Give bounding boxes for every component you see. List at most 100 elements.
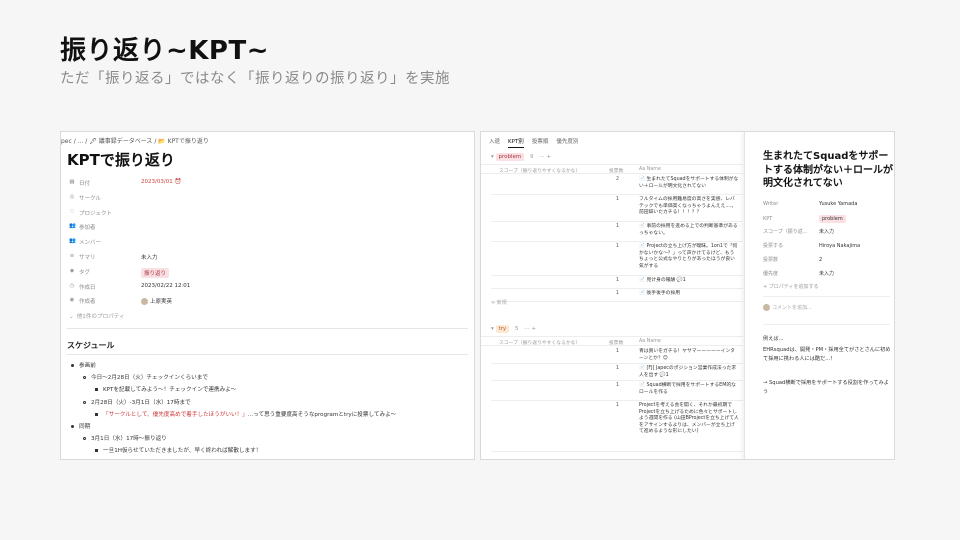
property-key: 投票する bbox=[763, 243, 784, 250]
property-row[interactable]: 👥 参加者 bbox=[67, 220, 367, 235]
calendar-icon: ▦ bbox=[69, 179, 75, 185]
panel-property[interactable]: KPT problem bbox=[763, 214, 846, 223]
table-row[interactable]: 1 📄 後手後手の採用 bbox=[491, 289, 753, 302]
property-value: 未入力 bbox=[141, 253, 158, 261]
property-key: サークル bbox=[79, 195, 101, 202]
schedule-text: 3月1日（水）17時〜振り返り bbox=[91, 436, 167, 443]
vote-count: 2 bbox=[616, 177, 620, 182]
highlight-text: 「サークルとして、優先度高めで着手したほうがいい！」 bbox=[103, 411, 248, 418]
table-row[interactable]: 1 📄 Squad横断で採用をサポートするEM的なロールを作る bbox=[491, 381, 753, 401]
add-property-button[interactable]: + プロパティを追加する bbox=[763, 283, 818, 290]
property-key: 作成日 bbox=[79, 284, 96, 291]
schedule-heading: スケジュール bbox=[67, 341, 115, 350]
property-row[interactable]: ◷ 作成日 2023/02/22 12:01 bbox=[67, 280, 367, 295]
slide-title: 振り返り~KPT~ bbox=[60, 36, 270, 66]
tag-badge: 振り返り bbox=[141, 267, 170, 278]
hidden-properties-toggle[interactable]: ⌄ 他1件のプロパティ bbox=[69, 312, 125, 320]
vote-count: 1 bbox=[616, 349, 620, 354]
row-title[interactable]: 青は買いをガチる！ヤサマーーーーーインターンとか？😊 bbox=[639, 349, 739, 362]
panel-property[interactable]: Writer Yusuke Yamada bbox=[763, 201, 857, 207]
panel-property[interactable]: 投票する Hiroya Nakajima bbox=[763, 242, 860, 249]
vote-count: 1 bbox=[616, 366, 620, 371]
divider bbox=[67, 354, 468, 355]
clock-icon: ◷ bbox=[69, 282, 75, 289]
property-row[interactable]: ▦ 日付 2023/03/01 ⏰ bbox=[67, 176, 367, 191]
row-title[interactable]: 📄 見计身の報酬 💬1 bbox=[639, 278, 739, 285]
tab-3[interactable]: 優先度別 bbox=[556, 139, 578, 145]
panel-property[interactable]: 投票数 2 bbox=[763, 256, 822, 263]
row-title[interactable]: 📄 Projectの立ち上げ方が曖昧。1on1で「何かないかな〜？」って声かけて… bbox=[639, 244, 739, 270]
add-row-button[interactable]: + 新規 bbox=[491, 299, 507, 306]
property-row[interactable]: ◎ サークル bbox=[67, 191, 367, 206]
heart-icon: ♡ bbox=[69, 208, 75, 215]
comment-input[interactable]: コメントを追加... bbox=[763, 304, 812, 311]
property-row[interactable]: ◉ 作成者 上原実英 bbox=[67, 294, 367, 309]
divider bbox=[763, 296, 890, 297]
property-value: 未入力 bbox=[819, 270, 835, 277]
property-row[interactable]: 👥 メンバー bbox=[67, 235, 367, 250]
panel-property[interactable]: スコープ（振り返... 未入力 bbox=[763, 228, 834, 235]
group-problem-header[interactable]: ▾ problem 9 ⋯ + bbox=[491, 153, 551, 161]
property-key: 日付 bbox=[79, 181, 91, 187]
property-row[interactable]: ◆ タグ 振り返り bbox=[67, 265, 367, 280]
breadcrumb[interactable]: pec / ... / 🖋 議事録データベース / 📂 KPTで振り返り bbox=[61, 136, 209, 145]
property-value-text: 2023/03/01 ⏰ bbox=[141, 179, 182, 185]
table-row[interactable]: 1 📄 Projectの立ち上げ方が曖昧。1on1で「何かないかな〜？」って声かけ… bbox=[491, 242, 753, 276]
table-row[interactable]: 1 青は買いをガチる！ヤサマーーーーーインターンとか？😊 bbox=[491, 347, 753, 364]
lines-icon: ≡ bbox=[69, 252, 75, 259]
people-icon: 👥 bbox=[69, 223, 76, 230]
property-value: Yusuke Yamada bbox=[819, 201, 858, 207]
property-value: 2 bbox=[819, 256, 823, 263]
tab-0[interactable]: 入退 bbox=[489, 139, 500, 145]
vote-count: 1 bbox=[616, 224, 620, 229]
panel-property[interactable]: 優先度 未入力 bbox=[763, 270, 834, 277]
column-header: スコープ（振り返りやすくなるかな） 投票数 Aa Name bbox=[481, 336, 743, 346]
row-title[interactable]: 📄 [FJ] Japecのポジション営業作成法った求人を出す 💬1 bbox=[639, 366, 739, 379]
schedule-text: 2月28日（火）-3月1日（水）17時まで bbox=[91, 399, 191, 406]
table-row[interactable]: 1 📄 見计身の報酬 💬1 bbox=[491, 276, 753, 289]
group-try-header[interactable]: ▾ try 5 ⋯ + bbox=[491, 325, 536, 333]
row-title[interactable]: Projectを考える会を開く、それか最初期でProjectを立ち上げるために色… bbox=[639, 403, 739, 436]
bullet-icon bbox=[83, 437, 86, 441]
schedule-item: KPTを記載してみよう〜！チェックインで連携みよ〜 bbox=[95, 385, 236, 393]
property-key: 投票数 bbox=[763, 256, 779, 263]
row-title[interactable]: フルタイムの採用難易度の高さを実感、レバテックでも単価高くなっちゃうよんええ..… bbox=[639, 197, 739, 217]
slide-subtitle: ただ「振り返る」ではなく「振り返りの振り返り」を実施 bbox=[60, 71, 450, 87]
group-tag: problem bbox=[495, 153, 525, 161]
avatar bbox=[141, 298, 148, 306]
column-header: スコープ（振り返りやすくなるかな） 投票数 Aa Name bbox=[481, 164, 743, 174]
table-row[interactable]: 1 📄 [FJ] Japecのポジション営業作成法った求人を出す 💬1 bbox=[491, 364, 753, 381]
bullet-icon bbox=[95, 412, 98, 416]
schedule-item: 同期 bbox=[71, 422, 90, 430]
schedule-text: 参画前 bbox=[79, 363, 96, 369]
row-title[interactable]: 📄 後手後手の採用 bbox=[639, 291, 739, 298]
row-title[interactable]: 📄 生まれたてSquadをサポートする体制がない＋ロールが明文化されてない bbox=[639, 177, 739, 190]
row-title[interactable]: 📄 事前の採用を進める上での判断基準があるっちゃない。 bbox=[639, 224, 739, 237]
property-value: Hiroya Nakajima bbox=[819, 243, 861, 250]
bullet-icon bbox=[95, 388, 98, 392]
tag-icon: ◆ bbox=[69, 267, 75, 274]
table-row[interactable]: 1 Projectを考える会を開く、それか最初期でProjectを立ち上げるために… bbox=[491, 401, 753, 452]
table-row[interactable]: 1 フルタイムの採用難易度の高さを実感、レバテックでも単価高くなっちゃうよんええ.… bbox=[491, 195, 753, 222]
schedule-text: 一旦1H仮らせていただきましたが、早く終われば解散します！ bbox=[103, 448, 262, 455]
property-row[interactable]: ♡ プロジェクト bbox=[67, 206, 367, 221]
property-value: 未入力 bbox=[819, 229, 835, 236]
vote-count: 1 bbox=[616, 403, 620, 408]
tab-2[interactable]: 投票順 bbox=[532, 139, 549, 145]
page-title: KPTで振り返り bbox=[67, 151, 175, 169]
property-value: 上原実英 bbox=[141, 297, 172, 306]
property-key: プロジェクト bbox=[79, 210, 113, 217]
property-key: KPT bbox=[763, 215, 773, 222]
property-key: Writer bbox=[763, 201, 779, 207]
property-row[interactable]: ≡ サマリ 未入力 bbox=[67, 250, 367, 265]
notion-board-screenshot: 入退 KPT別 投票順 優先度別 ▾ problem 9 ⋯ + スコープ（振り返りや… bbox=[480, 131, 895, 460]
bullet-icon bbox=[71, 364, 74, 367]
schedule-item: 今日〜2月28日（火）チェックインくらいまで bbox=[83, 373, 208, 381]
row-title[interactable]: 📄 Squad横断で採用をサポートするEM的なロールを作る bbox=[639, 383, 739, 396]
schedule-item: 一旦1H仮らせていただきましたが、早く終われば解散します！ bbox=[95, 446, 261, 454]
vote-count: 1 bbox=[616, 244, 620, 249]
table-row[interactable]: 1 📄 事前の採用を進める上での判断基準があるっちゃない。 bbox=[491, 222, 753, 242]
tab-1[interactable]: KPT別 bbox=[508, 139, 524, 148]
schedule-item: 3月1日（水）17時〜振り返り bbox=[83, 434, 167, 442]
table-row[interactable]: 2 📄 生まれたてSquadをサポートする体制がない＋ロールが明文化されてない bbox=[491, 175, 753, 195]
